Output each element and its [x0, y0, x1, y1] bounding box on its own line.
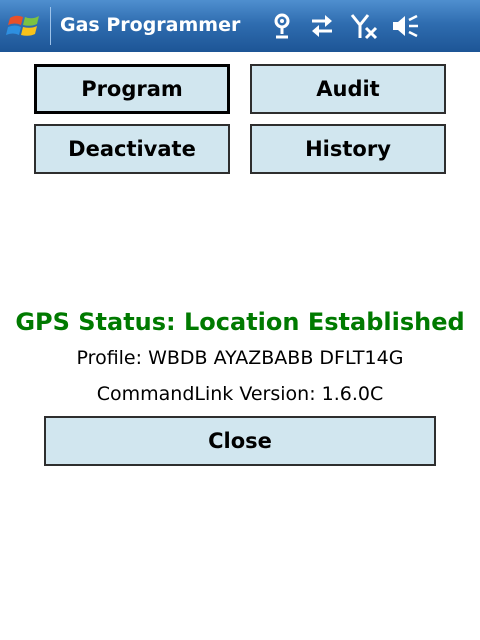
volume-muted-icon[interactable] [390, 10, 422, 42]
close-button[interactable]: Close [44, 416, 436, 466]
title-bar: Gas Programmer [0, 0, 480, 52]
gps-status-label: GPS Status: Location Established [15, 308, 465, 336]
gps-icon[interactable] [266, 10, 298, 42]
app-title: Gas Programmer [60, 14, 241, 36]
deactivate-button[interactable]: Deactivate [34, 124, 230, 174]
connectivity-icon[interactable] [306, 10, 338, 42]
history-button[interactable]: History [250, 124, 446, 174]
audit-button[interactable]: Audit [250, 64, 446, 114]
no-signal-icon[interactable] [348, 10, 380, 42]
program-button[interactable]: Program [34, 64, 230, 114]
windows-start-icon[interactable] [4, 6, 44, 46]
title-separator [50, 7, 51, 45]
app-screen: Gas Programmer Program Audit Deactivate … [0, 0, 480, 640]
profile-label: Profile: WBDB AYAZBABB DFLT14G [76, 347, 404, 369]
version-label: CommandLink Version: 1.6.0C [96, 383, 384, 405]
